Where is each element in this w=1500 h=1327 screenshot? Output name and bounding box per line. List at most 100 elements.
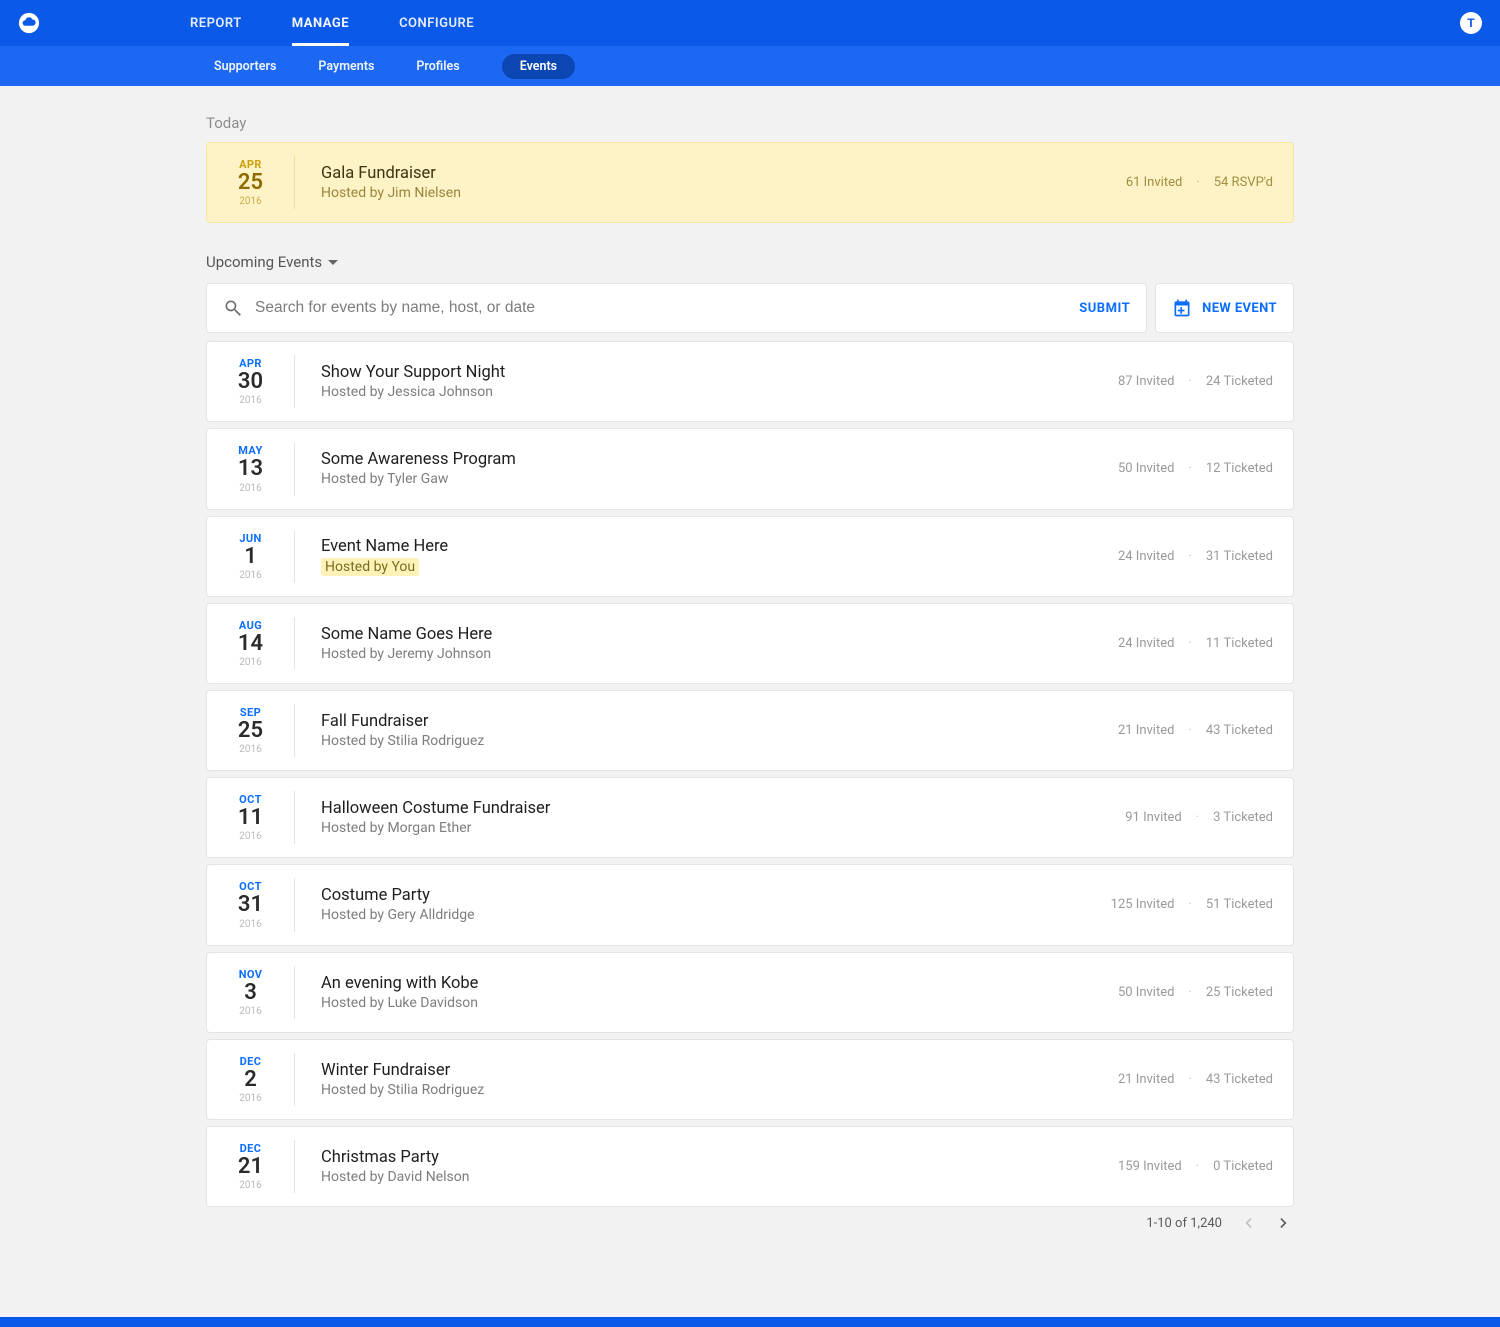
event-secondary-count: 31 Ticketed (1206, 549, 1273, 564)
separator-dot: · (1188, 1072, 1191, 1087)
event-invited-count: 159 Invited (1118, 1159, 1182, 1174)
event-host: Hosted by Morgan Ether (321, 820, 471, 836)
event-title: Costume Party (321, 886, 1111, 905)
separator-dot: · (1188, 374, 1191, 389)
event-card[interactable]: SEP 25 2016 Fall Fundraiser Hosted by St… (206, 690, 1294, 771)
today-event-card[interactable]: APR 25 2016 Gala Fundraiser Hosted by Ji… (206, 142, 1294, 223)
pagination-next-button[interactable] (1274, 1213, 1294, 1233)
upcoming-events-label: Upcoming Events (206, 253, 322, 271)
event-card[interactable]: OCT 31 2016 Costume Party Hosted by Gery… (206, 864, 1294, 945)
separator-dot: · (1188, 636, 1191, 651)
event-date-year: 2016 (207, 395, 294, 406)
event-list: APR 30 2016 Show Your Support Night Host… (206, 341, 1294, 1207)
event-date-month: DEC (207, 1055, 294, 1068)
user-avatar[interactable]: T (1460, 12, 1482, 34)
event-date-day: 13 (207, 457, 294, 481)
event-invited-count: 50 Invited (1118, 461, 1175, 476)
chevron-right-icon (1274, 1213, 1294, 1233)
event-date: DEC 21 2016 (207, 1140, 295, 1193)
today-section-label: Today (206, 114, 1294, 132)
event-date-month: SEP (207, 706, 294, 719)
event-date-year: 2016 (207, 1180, 294, 1191)
search-box: SUBMIT (206, 283, 1147, 333)
event-date-day: 31 (207, 893, 294, 917)
event-card[interactable]: APR 30 2016 Show Your Support Night Host… (206, 341, 1294, 422)
event-secondary-count: 11 Ticketed (1206, 636, 1273, 651)
event-date: APR 25 2016 (207, 156, 295, 209)
upcoming-events-dropdown[interactable]: Upcoming Events (206, 253, 1294, 271)
event-secondary-count: 3 Ticketed (1213, 810, 1273, 825)
event-secondary-count: 0 Ticketed (1213, 1159, 1273, 1174)
event-card[interactable]: NOV 3 2016 An evening with Kobe Hosted b… (206, 952, 1294, 1033)
search-submit-button[interactable]: SUBMIT (1079, 301, 1130, 316)
event-invited-count: 21 Invited (1118, 723, 1175, 738)
event-date-day: 30 (207, 370, 294, 394)
event-card[interactable]: JUN 1 2016 Event Name Here Hosted by You… (206, 516, 1294, 597)
secondary-nav-item[interactable]: Supporters (214, 59, 276, 74)
new-event-button[interactable]: NEW EVENT (1155, 283, 1294, 333)
calendar-plus-icon (1172, 298, 1192, 318)
primary-nav-item[interactable]: REPORT (190, 0, 242, 46)
event-host: Hosted by You (321, 558, 419, 576)
event-card[interactable]: DEC 2 2016 Winter Fundraiser Hosted by S… (206, 1039, 1294, 1120)
event-date-year: 2016 (207, 657, 294, 668)
secondary-nav-item[interactable]: Events (502, 54, 575, 79)
event-date: OCT 11 2016 (207, 791, 295, 844)
event-host: Hosted by Jessica Johnson (321, 384, 493, 400)
separator-dot: · (1188, 985, 1191, 1000)
event-invited-count: 21 Invited (1118, 1072, 1175, 1087)
search-input[interactable] (253, 298, 1079, 318)
event-date-month: DEC (207, 1142, 294, 1155)
event-date-month: JUN (207, 532, 294, 545)
event-host: Hosted by Luke Davidson (321, 995, 478, 1011)
separator-dot: · (1188, 549, 1191, 564)
event-title: Some Awareness Program (321, 450, 1118, 469)
primary-nav-item[interactable]: CONFIGURE (399, 0, 474, 46)
event-invited-count: 91 Invited (1125, 810, 1182, 825)
event-date-day: 11 (207, 806, 294, 830)
event-date-day: 14 (207, 632, 294, 656)
event-card[interactable]: OCT 11 2016 Halloween Costume Fundraiser… (206, 777, 1294, 858)
event-date-year: 2016 (207, 919, 294, 930)
separator-dot: · (1196, 810, 1199, 825)
event-host: Hosted by Stilia Rodriguez (321, 1082, 484, 1098)
event-invited-count: 50 Invited (1118, 985, 1175, 1000)
secondary-nav-item[interactable]: Profiles (416, 59, 459, 74)
separator-dot: · (1196, 175, 1199, 190)
event-date-day: 2 (207, 1068, 294, 1092)
event-date-day: 25 (207, 719, 294, 743)
event-date: NOV 3 2016 (207, 966, 295, 1019)
event-host: Hosted by Stilia Rodriguez (321, 733, 484, 749)
event-invited-count: 24 Invited (1118, 549, 1175, 564)
event-date-year: 2016 (207, 1093, 294, 1104)
event-date: JUN 1 2016 (207, 530, 295, 583)
event-date: SEP 25 2016 (207, 704, 295, 757)
event-date: OCT 31 2016 (207, 878, 295, 931)
app-logo[interactable] (18, 0, 40, 46)
event-secondary-count: 54 RSVP'd (1214, 175, 1273, 190)
event-date: MAY 13 2016 (207, 442, 295, 495)
event-date-year: 2016 (207, 744, 294, 755)
event-secondary-count: 24 Ticketed (1206, 374, 1273, 389)
event-host: Hosted by Jim Nielsen (321, 185, 461, 201)
event-date-day: 3 (207, 981, 294, 1005)
event-secondary-count: 51 Ticketed (1206, 897, 1273, 912)
event-invited-count: 24 Invited (1118, 636, 1175, 651)
pagination-prev-button[interactable] (1238, 1213, 1258, 1233)
pagination: 1-10 of 1,240 (206, 1213, 1294, 1233)
event-date-day: 1 (207, 545, 294, 569)
event-host: Hosted by Jeremy Johnson (321, 646, 491, 662)
new-event-label: NEW EVENT (1202, 301, 1277, 316)
event-card[interactable]: AUG 14 2016 Some Name Goes Here Hosted b… (206, 603, 1294, 684)
event-invited-count: 61 Invited (1126, 175, 1183, 190)
event-host: Hosted by David Nelson (321, 1169, 469, 1185)
footer-bar (0, 1317, 1500, 1327)
secondary-nav-item[interactable]: Payments (318, 59, 374, 74)
event-title: Gala Fundraiser (321, 164, 1126, 183)
primary-nav-item[interactable]: MANAGE (292, 0, 349, 46)
event-title: Fall Fundraiser (321, 712, 1118, 731)
event-date-year: 2016 (207, 196, 294, 207)
separator-dot: · (1188, 897, 1191, 912)
event-card[interactable]: DEC 21 2016 Christmas Party Hosted by Da… (206, 1126, 1294, 1207)
event-card[interactable]: MAY 13 2016 Some Awareness Program Hoste… (206, 428, 1294, 509)
